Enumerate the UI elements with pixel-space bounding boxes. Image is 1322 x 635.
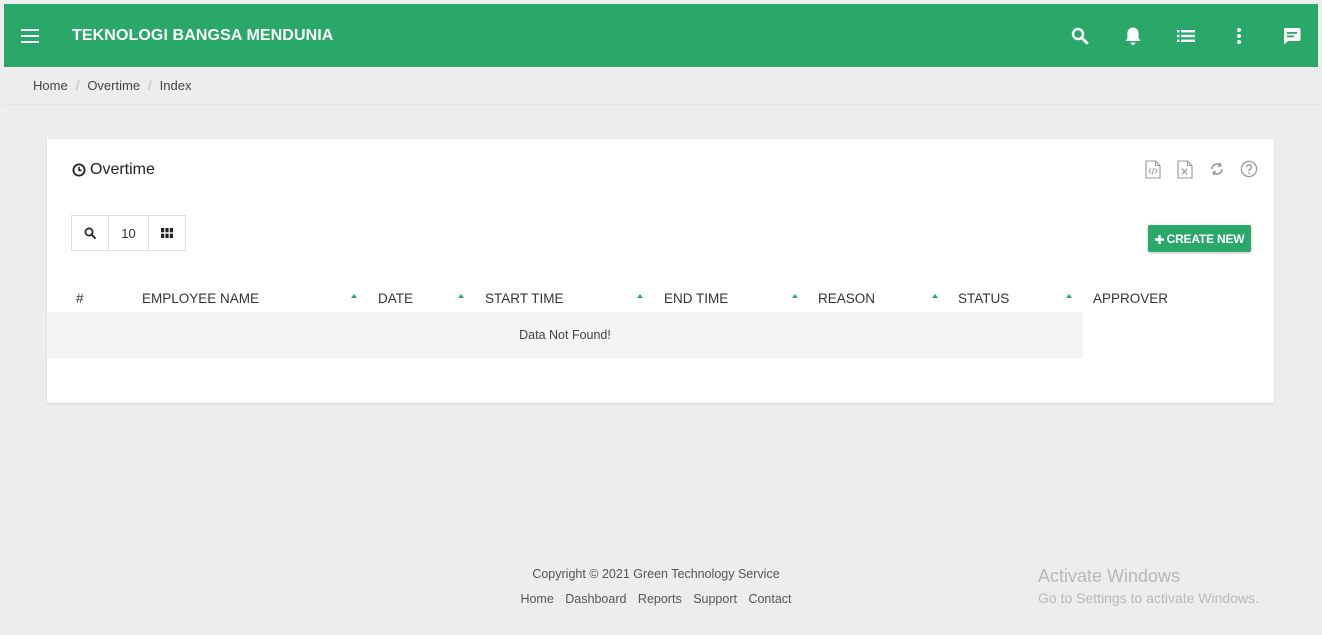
breadcrumb: Home / Overtime / Index <box>4 67 1318 105</box>
table-empty-row: Data Not Found! <box>47 312 1083 358</box>
column-header-start-time[interactable]: START TIME <box>485 285 564 311</box>
bell-icon[interactable] <box>1106 4 1159 67</box>
footer-link-support[interactable]: Support <box>693 592 737 606</box>
breadcrumb-overtime[interactable]: Overtime <box>87 78 140 93</box>
sort-caret-icon[interactable] <box>932 294 938 298</box>
app-brand[interactable]: TEKNOLOGI BANGSA MENDUNIA <box>72 27 333 45</box>
table-controls: 10 <box>71 215 186 251</box>
table-header: # EMPLOYEE NAME DATE START TIME END TIME… <box>47 285 1274 311</box>
footer-link-home[interactable]: Home <box>520 592 553 606</box>
columns-button[interactable] <box>149 216 185 250</box>
menu-icon[interactable] <box>6 4 54 67</box>
overtime-card: Overtime 10 CREATE NEW # EMPLOYEE NAME D… <box>47 139 1274 403</box>
page-size-select[interactable]: 10 <box>109 216 149 250</box>
clock-icon <box>72 163 86 177</box>
card-title: Overtime <box>72 161 155 179</box>
column-header-date[interactable]: DATE <box>378 285 413 311</box>
column-header-end-time[interactable]: END TIME <box>664 285 728 311</box>
windows-activation-watermark: Activate Windows Go to Settings to activ… <box>1038 566 1259 606</box>
footer-link-dashboard[interactable]: Dashboard <box>565 592 626 606</box>
breadcrumb-separator: / <box>148 78 152 93</box>
card-title-text: Overtime <box>90 161 155 178</box>
breadcrumb-separator: / <box>75 78 80 93</box>
footer-link-contact[interactable]: Contact <box>748 592 791 606</box>
sort-caret-icon[interactable] <box>1066 294 1072 298</box>
create-new-button[interactable]: CREATE NEW <box>1148 225 1251 252</box>
export-excel-icon[interactable] <box>1174 158 1196 180</box>
column-header-approver[interactable]: APPROVER <box>1093 285 1168 311</box>
list-icon[interactable] <box>1159 4 1212 67</box>
grid-icon <box>161 228 173 238</box>
sort-caret-icon[interactable] <box>637 294 643 298</box>
search-button[interactable] <box>72 216 109 250</box>
top-app-bar: TEKNOLOGI BANGSA MENDUNIA <box>4 4 1318 67</box>
column-header-status[interactable]: STATUS <box>958 285 1009 311</box>
plus-icon <box>1154 231 1164 247</box>
column-header-number[interactable]: # <box>76 285 84 311</box>
column-header-reason[interactable]: REASON <box>818 285 875 311</box>
search-icon <box>84 227 96 239</box>
column-header-employee-name[interactable]: EMPLOYEE NAME <box>142 285 259 311</box>
watermark-title: Activate Windows <box>1038 566 1181 586</box>
sort-caret-icon[interactable] <box>351 294 357 298</box>
empty-message: Data Not Found! <box>519 328 611 342</box>
help-icon[interactable] <box>1238 158 1260 180</box>
footer-link-reports[interactable]: Reports <box>638 592 682 606</box>
export-html-icon[interactable] <box>1142 158 1164 180</box>
create-new-label: CREATE NEW <box>1166 231 1245 246</box>
breadcrumb-home[interactable]: Home <box>33 78 68 93</box>
search-icon[interactable] <box>1053 4 1106 67</box>
sort-caret-icon[interactable] <box>792 294 798 298</box>
sort-caret-icon[interactable] <box>458 294 464 298</box>
watermark-subtitle: Go to Settings to activate Windows. <box>1038 590 1259 606</box>
chat-icon[interactable] <box>1265 4 1318 67</box>
refresh-icon[interactable] <box>1206 158 1228 180</box>
breadcrumb-current: Index <box>159 78 192 93</box>
more-vert-icon[interactable] <box>1212 4 1265 67</box>
